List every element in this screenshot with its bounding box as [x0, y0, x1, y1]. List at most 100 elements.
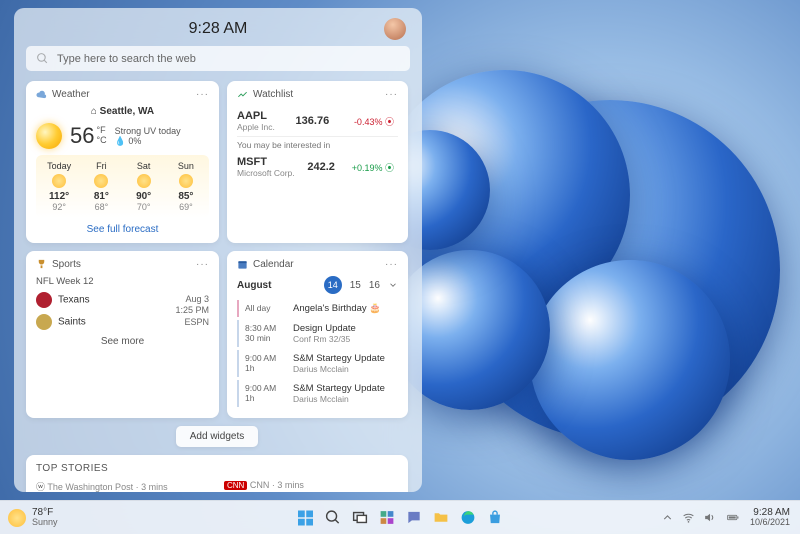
calendar-selected-day[interactable]: 14: [324, 276, 342, 294]
event-time: 8:30 AM: [245, 323, 287, 333]
event-title: S&M Startegy Update: [293, 383, 385, 394]
news-source: CNN: [250, 480, 270, 490]
game-meta: Aug 3 1:25 PM ESPN: [175, 294, 209, 328]
start-button[interactable]: [296, 508, 316, 528]
team-icon: [36, 292, 52, 308]
calendar-label: Calendar: [253, 259, 294, 270]
volume-icon[interactable]: [703, 511, 716, 524]
forecast-lo: 70°: [123, 202, 165, 212]
widgets-panel: 9:28 AM Type here to search the web Weat…: [14, 8, 422, 492]
event-time: 9:00 AM: [245, 353, 287, 363]
explorer-button[interactable]: [431, 508, 451, 528]
forecast-day: Sat: [123, 161, 165, 171]
calendar-event[interactable]: 8:30 AM30 min Design UpdateConf Rm 32/35: [237, 320, 398, 347]
chevron-up-icon[interactable]: [661, 511, 674, 524]
event-title: Design Update: [293, 323, 356, 334]
weather-condition: Strong UV today: [115, 126, 181, 136]
search-input[interactable]: Type here to search the web: [26, 46, 410, 71]
add-widgets-button[interactable]: Add widgets: [176, 426, 258, 447]
sports-more-icon[interactable]: ···: [196, 259, 209, 270]
search-button[interactable]: [323, 508, 343, 528]
event-title: Angela's Birthday 🎂: [293, 303, 381, 314]
watchlist-more-icon[interactable]: ···: [385, 89, 398, 100]
event-dur: 1h: [245, 363, 287, 373]
store-button[interactable]: [485, 508, 505, 528]
event-sub: Darius Mcclain: [293, 364, 385, 374]
news-title: TOP STORIES: [36, 463, 398, 474]
trophy-icon: [36, 259, 47, 270]
news-ago: 3 mins: [277, 480, 304, 490]
forecast-lo: 69°: [165, 202, 207, 212]
weather-temp: 56: [70, 123, 94, 149]
calendar-day[interactable]: 15: [350, 280, 361, 291]
calendar-event[interactable]: 9:00 AM1h S&M Startegy UpdateDarius Mccla…: [237, 350, 398, 377]
sports-card[interactable]: Sports ··· NFL Week 12 Texans Saints Aug…: [26, 251, 219, 418]
stock-change: -0.43%: [354, 117, 383, 127]
edge-button[interactable]: [458, 508, 478, 528]
sports-label: Sports: [52, 259, 81, 270]
watchlist-card[interactable]: Watchlist ··· AAPLApple Inc. 136.76 -0.4…: [227, 81, 408, 243]
search-placeholder: Type here to search the web: [57, 53, 196, 65]
event-time: 9:00 AM: [245, 383, 287, 393]
calendar-day[interactable]: 16: [369, 280, 380, 291]
stock-row[interactable]: MSFTMicrosoft Corp. 242.2 +0.19% ⦿: [237, 152, 398, 182]
sun-icon: [36, 123, 62, 149]
see-more-sports-link[interactable]: See more: [36, 336, 209, 347]
calendar-event[interactable]: All day Angela's Birthday 🎂: [237, 300, 398, 317]
stock-change: +0.19%: [352, 163, 383, 173]
chart-icon: [237, 89, 248, 100]
panel-clock: 9:28 AM: [52, 20, 384, 38]
taskbar-clock[interactable]: 9:28 AM 10/6/2021: [750, 507, 790, 528]
event-time: All day: [245, 303, 287, 314]
forecast-day: Today: [38, 161, 80, 171]
calendar-more-icon[interactable]: ···: [385, 259, 398, 270]
forecast-hi: 85°: [165, 191, 207, 202]
calendar-icon: [237, 259, 248, 270]
sports-subtitle: NFL Week 12: [36, 276, 209, 287]
watchlist-label: Watchlist: [253, 89, 293, 100]
stock-price: 136.76: [296, 115, 330, 127]
task-view-button[interactable]: [350, 508, 370, 528]
forecast-row: Today112°92° Fri81°68° Sat90°70° Sun85°6…: [36, 155, 209, 218]
weather-card[interactable]: Weather ··· ⌂ Seattle, WA 56°F°C Strong …: [26, 81, 219, 243]
news-source: The Washington Post: [47, 482, 133, 492]
unit-c[interactable]: °C: [96, 136, 106, 146]
interest-label: You may be interested in: [237, 140, 398, 150]
forecast-hi: 112°: [38, 191, 80, 202]
sun-icon: [8, 509, 26, 527]
taskbar-weather[interactable]: 78°F Sunny: [0, 508, 58, 527]
battery-icon[interactable]: [724, 511, 742, 524]
calendar-card[interactable]: Calendar ··· August 14 15 16 All dayAnge…: [227, 251, 408, 418]
forecast-hi: 81°: [80, 191, 122, 202]
see-forecast-link[interactable]: See full forecast: [36, 224, 209, 235]
stock-row[interactable]: AAPLApple Inc. 136.76 -0.43% ⦿: [237, 106, 398, 137]
event-title: S&M Startegy Update: [293, 353, 385, 364]
event-sub: Conf Rm 32/35: [293, 334, 356, 344]
event-sub: Darius Mcclain: [293, 394, 385, 404]
avatar[interactable]: [384, 18, 406, 40]
weather-more-icon[interactable]: ···: [196, 89, 209, 100]
stock-symbol: MSFT: [237, 156, 295, 168]
forecast-day: Fri: [80, 161, 122, 171]
search-icon: [36, 52, 49, 65]
forecast-lo: 68°: [80, 202, 122, 212]
wifi-icon[interactable]: [682, 511, 695, 524]
taskbar-cond: Sunny: [32, 518, 58, 527]
news-card[interactable]: TOP STORIES ⓦ The Washington Post · 3 mi…: [26, 455, 408, 492]
event-dur: 1h: [245, 393, 287, 403]
news-item[interactable]: CNN CNN · 3 mins Hundreds in Hong Kong p…: [224, 480, 398, 492]
chat-button[interactable]: [404, 508, 424, 528]
cloud-icon: [36, 89, 47, 100]
news-ago: 3 mins: [141, 482, 168, 492]
forecast-hi: 90°: [123, 191, 165, 202]
news-item[interactable]: ⓦ The Washington Post · 3 mins Canada va…: [36, 480, 210, 492]
chevron-down-icon[interactable]: [388, 280, 398, 290]
stock-symbol: AAPL: [237, 110, 275, 122]
weather-location: Seattle, WA: [100, 106, 154, 117]
stock-price: 242.2: [307, 161, 335, 173]
widgets-button[interactable]: [377, 508, 397, 528]
event-dur: 30 min: [245, 333, 287, 343]
calendar-event[interactable]: 9:00 AM1h S&M Startegy UpdateDarius Mccla…: [237, 380, 398, 407]
team-icon: [36, 314, 52, 330]
taskbar: 78°F Sunny 9:28 AM 10/6/2021: [0, 500, 800, 534]
